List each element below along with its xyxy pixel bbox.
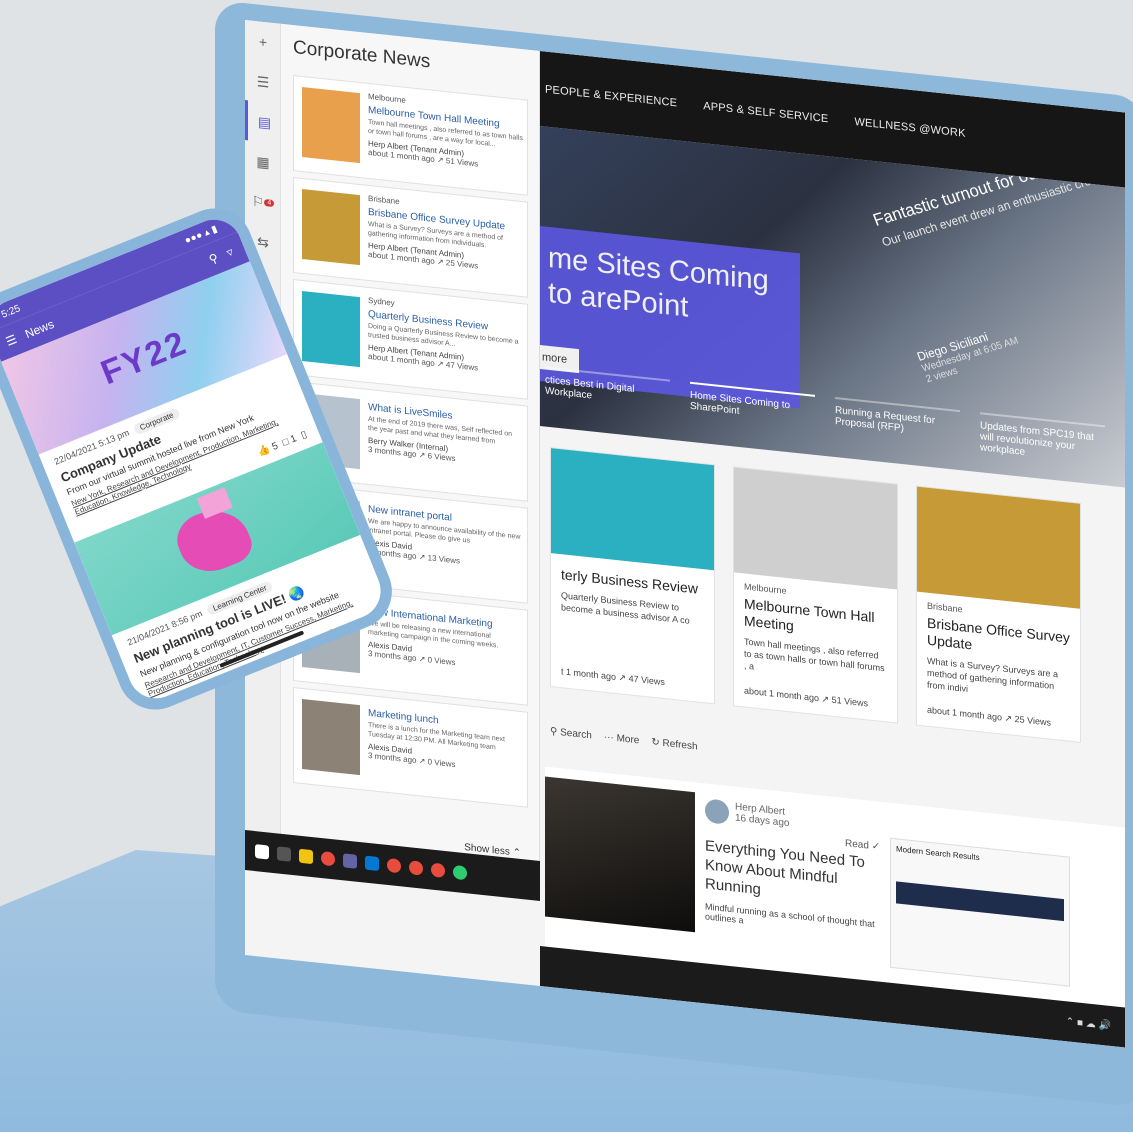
menu-icon[interactable]: ☰ [245, 60, 281, 104]
blog-author: Herp Albert 16 days ago [705, 798, 875, 838]
outlook-icon[interactable] [365, 855, 379, 872]
card-image [917, 486, 1080, 609]
hero-carousel: me Sites Coming to arePoint more Fantast… [540, 126, 1125, 488]
check-icon: ✓ [871, 840, 881, 853]
news-card[interactable]: Melbourne Melbourne Town Hall Meeting To… [733, 466, 898, 724]
chevron-up-icon: ⌃ [512, 847, 521, 860]
task-view-icon[interactable] [277, 846, 291, 862]
news-thumbnail [302, 188, 360, 266]
card-image [734, 467, 897, 590]
card-description: Town hall meetings , also referred to as… [744, 636, 885, 674]
news-card[interactable]: terly Business Review Quarterly Business… [550, 447, 715, 705]
refresh-command[interactable]: ↻ Refresh [651, 736, 697, 752]
news-card[interactable]: Brisbane Brisbane Office Survey Update W… [916, 485, 1081, 743]
nav-people-experience[interactable]: PEOPLE & EXPERIENCE [545, 83, 677, 109]
chrome-icon[interactable] [431, 862, 445, 879]
refresh-label: Refresh [662, 737, 698, 753]
news-list-item[interactable]: Melbourne Melbourne Town Hall Meeting Town… [293, 75, 528, 196]
card-image [551, 448, 714, 571]
preview-title: Modern Search Results [896, 844, 980, 863]
news-icon[interactable]: ▤ [245, 100, 281, 144]
system-tray[interactable]: ⌃ ■ ☁ 🔊 [1066, 1016, 1111, 1032]
card-meta: t 1 month ago ↗ 47 Views [561, 666, 665, 688]
comment-count: 1 [289, 433, 299, 446]
phone-time: 5:25 [0, 303, 23, 321]
preview-banner [896, 881, 1064, 922]
news-list-item[interactable]: Brisbane Brisbane Office Survey Update Wha… [293, 177, 528, 298]
nav-apps-self-service[interactable]: APPS & SELF SERVICE [703, 100, 828, 125]
nav-wellness-at-work[interactable]: WELLNESS @WORK [854, 116, 965, 140]
hero-title: me Sites Coming to arePoint [548, 241, 769, 324]
bookmark-icon[interactable]: ▯ [373, 611, 382, 623]
panel-title: Corporate News [293, 37, 431, 73]
search-icon[interactable]: ⚲ [207, 251, 220, 267]
comment-icon[interactable]: □ [354, 618, 364, 630]
hero-tabs: ctices Best in Digital Workplace Home Si… [540, 366, 1125, 468]
blog-post[interactable]: Herp Albert 16 days ago Everything You N… [705, 798, 875, 939]
refresh-icon: ↻ [651, 736, 660, 749]
hero-tab[interactable]: Updates from SPC19 that will revolutioni… [980, 412, 1105, 467]
chrome-icon[interactable] [453, 864, 467, 881]
more-command[interactable]: ··· More [604, 731, 640, 746]
file-explorer-icon[interactable] [299, 848, 313, 865]
notifications-icon[interactable]: ⚐ 4 [245, 180, 281, 224]
search-label: Search [560, 726, 592, 741]
search-icon: ⚲ [550, 725, 558, 738]
chrome-icon[interactable] [387, 857, 401, 874]
teams-icon[interactable] [343, 853, 357, 869]
blog-photo[interactable] [545, 776, 695, 933]
card-description: What is a Survey? Surveys are a method o… [927, 655, 1059, 694]
news-list-item[interactable]: Sydney Quarterly Business Review Doing a Q… [293, 279, 528, 400]
chrome-icon[interactable] [409, 860, 423, 876]
bookmark-icon[interactable]: ▯ [299, 429, 308, 441]
search-results-preview[interactable]: Modern Search Results [890, 837, 1070, 987]
phone-header-title: News [22, 316, 57, 342]
taskbar [245, 830, 540, 902]
news-thumbnail [302, 698, 360, 776]
news-thumbnail [302, 86, 360, 164]
news-thumbnail [302, 290, 360, 368]
like-count: 5 [270, 440, 280, 453]
filter-icon[interactable]: ▿ [224, 245, 235, 260]
laptop-screen: PEOPLE & EXPERIENCE APPS & SELF SERVICE … [245, 20, 1125, 1048]
hero-author: Diego Siciliani Wednesday at 6:05 AM 2 v… [915, 322, 1024, 386]
calendar-icon[interactable]: ▦ [245, 140, 281, 184]
hamburger-icon[interactable]: ☰ [4, 332, 19, 349]
notification-badge: 4 [264, 198, 275, 207]
add-icon[interactable]: + [245, 20, 281, 64]
news-list-item[interactable]: Marketing lunch There is a lunch for the … [293, 687, 528, 808]
news-cards: terly Business Review Quarterly Business… [540, 446, 1125, 767]
search-command[interactable]: ⚲ Search [550, 726, 592, 741]
windows-start-icon[interactable] [255, 844, 269, 860]
like-icon[interactable]: 👍 [256, 444, 272, 459]
comment-count: 3 [362, 614, 372, 628]
hero-tab[interactable]: Running a Request for Proposal (RFP) [835, 397, 960, 452]
avatar [705, 798, 729, 825]
chrome-icon[interactable] [321, 850, 335, 867]
